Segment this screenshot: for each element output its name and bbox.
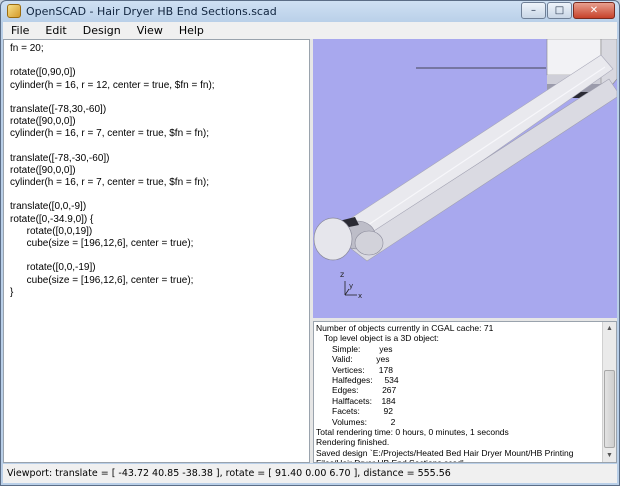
code-line: cylinder(h = 16, r = 12, center = true, … <box>10 79 215 91</box>
caption-buttons: – □ ✕ <box>520 2 615 19</box>
menu-help[interactable]: Help <box>171 22 212 39</box>
scroll-up-arrow-icon[interactable]: ▲ <box>603 322 616 335</box>
code-line: cube(size = [196,12,6], center = true); <box>10 274 194 286</box>
axis-label-x: x <box>358 292 362 300</box>
code-line: rotate([90,0,0]) <box>10 164 76 176</box>
beam-upper <box>338 54 614 250</box>
console-line: Vertices: 178 <box>332 364 393 375</box>
code-line: } <box>10 286 14 298</box>
console-line: Files/Hair Dryer HB End Sections.scad'. <box>316 458 598 462</box>
code-line: fn = 20; <box>10 43 44 54</box>
console-line: Edges: 267 <box>332 385 397 396</box>
close-button[interactable]: ✕ <box>573 2 615 19</box>
console-line: Rendering finished. <box>316 437 390 448</box>
render-canvas: z y x <box>313 39 617 300</box>
console-output[interactable]: Number of objects currently in CGAL cach… <box>313 321 617 463</box>
end-cylinder-small <box>354 230 384 256</box>
scrollbar-thumb[interactable] <box>604 370 615 448</box>
code-editor[interactable]: fn = 20; rotate([0,90,0]) cylinder(h = 16,… <box>3 39 310 463</box>
maximize-button[interactable]: □ <box>547 2 572 19</box>
menu-edit[interactable]: Edit <box>37 22 74 39</box>
code-line: cylinder(h = 16, r = 7, center = true, $… <box>10 177 209 189</box>
menu-design[interactable]: Design <box>75 22 129 39</box>
end-cylinder-front <box>313 217 353 261</box>
openscad-window: OpenSCAD - Hair Dryer HB End Sections.sc… <box>0 0 620 486</box>
console-line: Valid: yes <box>332 354 390 365</box>
code-line: rotate([0,0,19]) <box>10 225 93 237</box>
beam-lower <box>348 78 617 262</box>
code-line: translate([0,0,-9]) <box>10 201 87 213</box>
console-line: Halffacets: 184 <box>332 395 396 406</box>
console-line: Simple: yes <box>332 343 393 354</box>
axis-label-y: y <box>349 282 353 290</box>
menu-bar: File Edit Design View Help <box>3 22 617 39</box>
minimize-button[interactable]: – <box>521 2 546 19</box>
status-bar: Viewport: translate = [ -43.72 40.85 -38… <box>3 464 617 483</box>
beam-edge-highlight <box>352 66 606 236</box>
menu-view[interactable]: View <box>129 22 171 39</box>
window-title: OpenSCAD - Hair Dryer HB End Sections.sc… <box>26 4 277 18</box>
menu-file[interactable]: File <box>3 22 37 39</box>
code-line: cylinder(h = 16, r = 7, center = true, $… <box>10 128 209 140</box>
axis-label-z: z <box>340 270 344 279</box>
code-line: translate([-78,-30,-60]) <box>10 152 110 164</box>
code-line: rotate([0,90,0]) <box>10 67 76 79</box>
title-bar[interactable]: OpenSCAD - Hair Dryer HB End Sections.sc… <box>1 1 619 21</box>
openscad-app-icon <box>7 4 21 18</box>
scroll-down-arrow-icon[interactable]: ▼ <box>603 449 616 462</box>
console-scrollbar[interactable]: ▲ ▼ <box>602 322 616 462</box>
console-line: Total rendering time: 0 hours, 0 minutes… <box>316 426 509 437</box>
console-line: Facets: 92 <box>332 406 393 417</box>
console-line: Number of objects currently in CGAL cach… <box>316 323 494 333</box>
code-line: rotate([0,-34.9,0]) { <box>10 213 94 225</box>
console-text: Number of objects currently in CGAL cach… <box>316 323 598 462</box>
3d-viewport[interactable]: z y x <box>313 39 617 318</box>
code-line: translate([-78,30,-60]) <box>10 103 107 115</box>
console-line: Saved design `E:/Projects/Heated Bed Hai… <box>316 447 574 458</box>
console-line: Halfedges: 534 <box>332 374 399 385</box>
console-line: Top level object is a 3D object: <box>324 333 439 344</box>
code-line: rotate([0,0,-19]) <box>10 262 96 274</box>
console-line: Volumes: 2 <box>332 416 396 427</box>
code-line: rotate([90,0,0]) <box>10 116 76 128</box>
code-line: cube(size = [196,12,6], center = true); <box>10 238 194 249</box>
